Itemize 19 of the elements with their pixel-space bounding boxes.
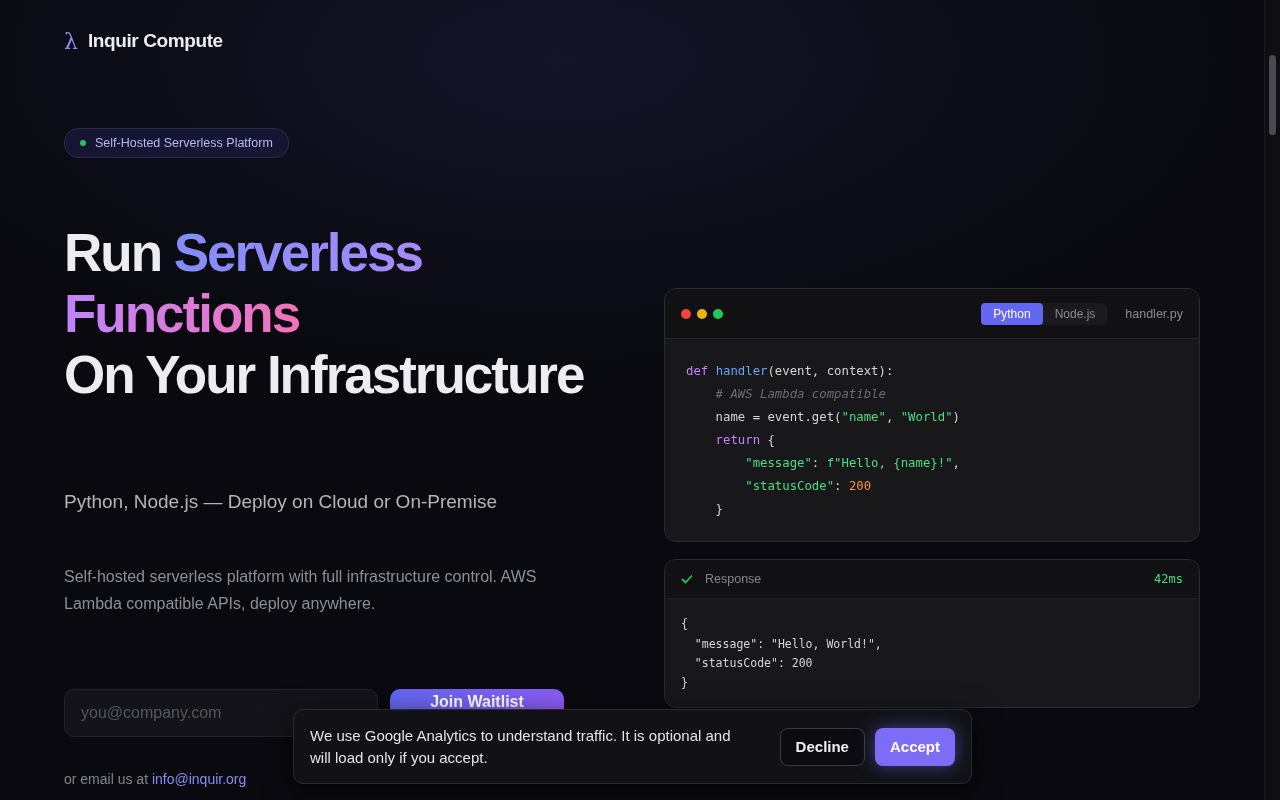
code-line: } [714, 501, 725, 518]
code-line: "message": f"Hello, {name}!", [744, 455, 961, 472]
code-line: # AWS Lambda compatible [714, 386, 887, 403]
badge-label: Self-Hosted Serverless Platform [95, 136, 273, 150]
hero-description: Self-hosted serverless platform with full infrastructure control. AWS Lambda compatible APIs, deploy anywhere. [64, 567, 538, 614]
code-line: "statusCode": 200 [744, 478, 873, 495]
response-line: "message": "Hello, World!", [693, 635, 883, 653]
response-line: } [681, 674, 689, 692]
file-name: handler.py [1125, 306, 1183, 321]
contact-text: or email us at [64, 771, 150, 787]
code-line: def handler(event, context): [686, 363, 895, 380]
code-line: name = event.get("name", "World") [714, 409, 961, 426]
response-line: { [681, 616, 689, 633]
hero-subtitle: Python, Node.js — Deploy on Cloud or On-Premise [64, 491, 498, 513]
response-label: Response [705, 572, 762, 586]
hero-headline: Run Serverless Functions On Your Infrastructure [64, 222, 585, 405]
code-line: return { [714, 432, 776, 449]
response-line: "statusCode": 200 [693, 655, 814, 672]
response-time: 42ms [1154, 572, 1183, 586]
